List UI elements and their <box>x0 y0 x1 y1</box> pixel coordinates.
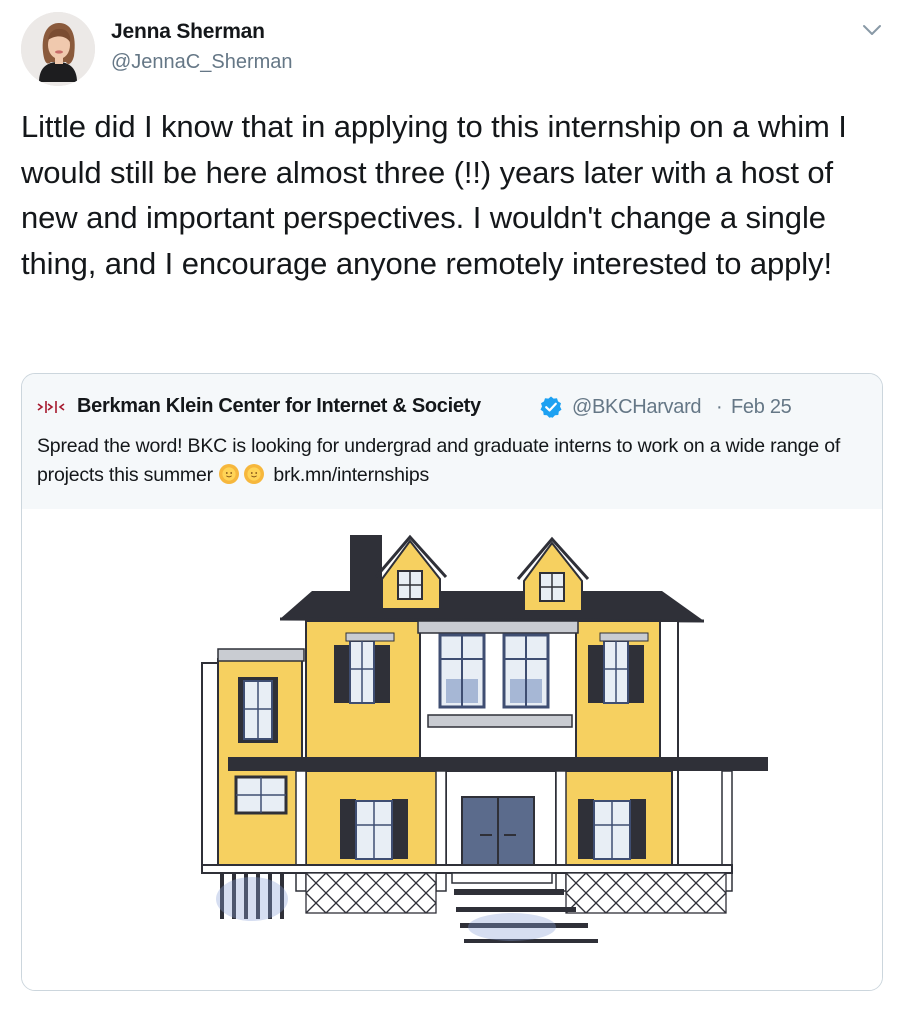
tweet: Jenna Sherman @JennaC_Sherman Little did… <box>0 0 900 1017</box>
quoted-tweet-card[interactable]: Berkman Klein Center for Internet & Soci… <box>21 373 883 991</box>
author-handle[interactable]: @JennaC_Sherman <box>111 51 293 74</box>
avatar-photo <box>21 12 95 86</box>
quoted-tweet-date[interactable]: Feb 25 <box>731 396 792 419</box>
house-illustration[interactable] <box>22 509 882 990</box>
sun-emoji-icon <box>243 463 265 485</box>
quoted-text-body: Spread the word! BKC is looking for unde… <box>37 435 841 486</box>
chevron-down-icon[interactable] <box>860 18 884 42</box>
sun-emoji-icon <box>218 463 240 485</box>
author-name[interactable]: Jenna Sherman <box>111 20 265 44</box>
meta-separator: · <box>716 396 723 418</box>
avatar[interactable] <box>21 12 95 86</box>
quoted-tweet-text: Spread the word! BKC is looking for unde… <box>37 432 872 490</box>
quoted-author-handle[interactable]: @BKCHarvard <box>572 396 702 419</box>
quoted-author-name[interactable]: Berkman Klein Center for Internet & Soci… <box>77 395 481 418</box>
verified-badge-icon <box>539 395 563 419</box>
internships-link[interactable]: brk.mn/internships <box>273 464 429 486</box>
quoted-tweet-header: Berkman Klein Center for Internet & Soci… <box>22 374 882 509</box>
tweet-text: Little did I know that in applying to th… <box>21 109 847 281</box>
bkc-logo-icon[interactable] <box>36 398 76 416</box>
house-illustration-svg <box>22 509 882 990</box>
